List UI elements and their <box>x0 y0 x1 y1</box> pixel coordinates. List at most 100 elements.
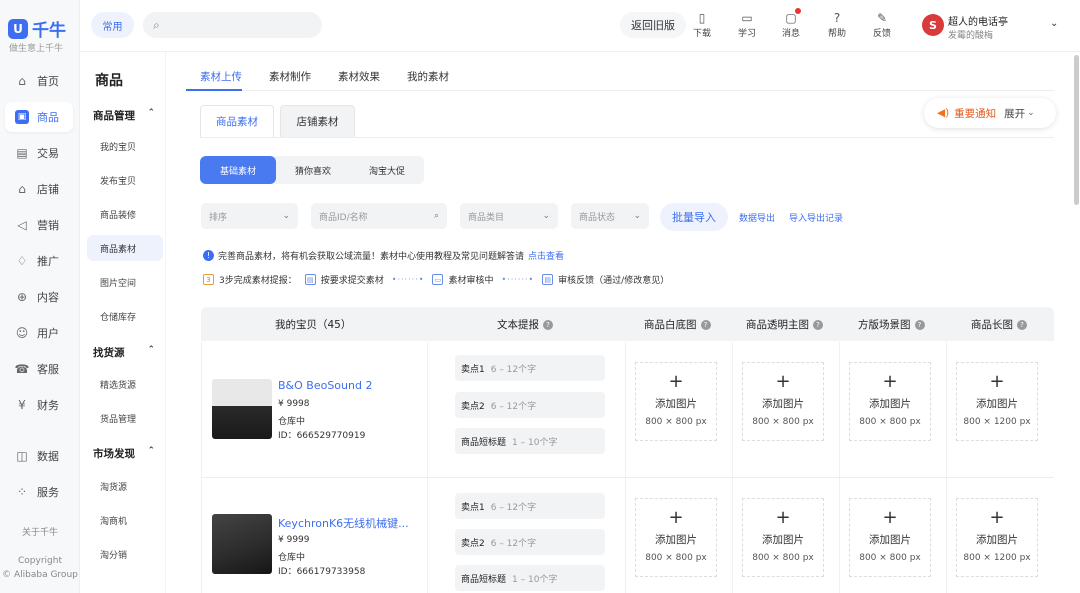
table-header: 我的宝贝（45） 文本提报? 商品白底图? 商品透明主图? 方版场景图? 商品长… <box>201 307 1054 341</box>
rail-item-services[interactable]: ⁘ 服务 <box>5 477 73 507</box>
plus-icon: + <box>775 507 791 528</box>
batch-import-button[interactable]: 批量导入 <box>660 203 728 231</box>
sidebar-item-my-items[interactable]: 我的宝贝 <box>87 133 163 159</box>
top-bar: 常用 ⌕ 返回旧版 ▯ 下载 ▭ 学习 ▢ 消息 ? 帮助 ✎ 反馈 S 超人的电话亭 发… <box>80 0 1080 52</box>
common-button[interactable]: 常用 <box>91 12 134 38</box>
rail-item-goods[interactable]: ▣ 商品 <box>5 102 73 132</box>
review-icon: ▭ <box>432 274 444 285</box>
tab-my-materials[interactable]: 我的素材 <box>407 69 449 84</box>
upload-long-image[interactable]: + 添加图片 800 × 1200 px <box>956 498 1038 577</box>
feedback-button[interactable]: ✎ 反馈 <box>864 10 900 39</box>
chevron-up-icon: ⌃ <box>147 108 155 118</box>
sidebar-item-selected-source[interactable]: 精选货源 <box>87 371 163 397</box>
tab-shop-material[interactable]: 店铺素材 <box>280 105 355 137</box>
brand-logo[interactable]: U 千牛 <box>8 16 66 41</box>
sidebar-item-publish[interactable]: 发布宝贝 <box>87 167 163 193</box>
rail-item-user[interactable]: ☺ 用户 <box>5 318 73 348</box>
user-name: 超人的电话亭 <box>948 17 1008 28</box>
group-goods-manage[interactable]: 商品管理 ⌃ <box>93 108 163 123</box>
product-price: ¥ 9999 <box>278 535 310 545</box>
chevron-down-icon[interactable]: ⌄ <box>1050 18 1058 29</box>
rail-item-home[interactable]: ⌂ 首页 <box>5 66 73 96</box>
learn-button[interactable]: ▭ 学习 <box>729 10 765 39</box>
upload-long-image[interactable]: + 添加图片 800 × 1200 px <box>956 362 1038 441</box>
status-select[interactable]: 商品状态 ⌄ <box>571 203 649 229</box>
upload-square-scene[interactable]: + 添加图片 800 × 800 px <box>849 362 931 441</box>
sidebar-item-materials[interactable]: 商品素材 <box>87 235 163 261</box>
upload-white-bg[interactable]: + 添加图片 800 × 800 px <box>635 498 717 577</box>
about-link[interactable]: 关于千牛 <box>0 525 80 538</box>
view-link[interactable]: 点击查看 <box>528 249 564 262</box>
help-icon: ? <box>833 11 841 25</box>
upload-square-scene[interactable]: + 添加图片 800 × 800 px <box>849 498 931 577</box>
product-name[interactable]: B&O BeoSound 2 <box>278 379 372 392</box>
section-title: 商品 <box>95 73 123 89</box>
short-title-input[interactable]: 商品短标题 1 – 10个字 <box>455 565 605 591</box>
rail-item-promote[interactable]: ♢ 推广 <box>5 246 73 276</box>
segment-basic[interactable]: 基础素材 <box>200 156 276 184</box>
sidebar-item-tao-distribution[interactable]: 淘分销 <box>87 541 163 567</box>
rail-item-shop[interactable]: ⌂ 店铺 <box>5 174 73 204</box>
sidebar-item-image-space[interactable]: 图片空间 <box>87 269 163 295</box>
product-image[interactable] <box>212 379 272 439</box>
data-export-link[interactable]: 数据导出 <box>739 211 775 224</box>
avatar[interactable]: S <box>922 14 944 36</box>
sidebar-item-goods-manage[interactable]: 货品管理 <box>87 405 163 431</box>
important-notice[interactable]: ◀) 重要通知 展开 ⌄ <box>924 98 1056 128</box>
active-tab-indicator <box>186 89 242 91</box>
tab-make[interactable]: 素材制作 <box>269 69 311 84</box>
rail-item-data[interactable]: ◫ 数据 <box>5 441 73 471</box>
selling-point-2-input[interactable]: 卖点2 6 – 12个字 <box>455 392 605 418</box>
selling-point-2-input[interactable]: 卖点2 6 – 12个字 <box>455 529 605 555</box>
message-icon: ▢ <box>773 8 809 26</box>
home-icon: ⌂ <box>18 74 26 88</box>
sidebar-item-storage[interactable]: 仓储库存 <box>87 303 163 329</box>
rail-item-content[interactable]: ⊕ 内容 <box>5 282 73 312</box>
sidebar-item-decorate[interactable]: 商品装修 <box>87 201 163 227</box>
unread-dot <box>795 8 801 14</box>
services-grid-icon: ⁘ <box>16 485 28 499</box>
download-button[interactable]: ▯ 下载 <box>684 10 720 39</box>
rail-item-service[interactable]: ☎ 客服 <box>5 354 73 384</box>
help-icon: ? <box>914 320 925 330</box>
rail-item-finance[interactable]: ¥ 财务 <box>5 390 73 420</box>
sidebar-item-tao-opportunity[interactable]: 淘商机 <box>87 507 163 533</box>
step-connector: •······• <box>391 275 425 284</box>
tab-effect[interactable]: 素材效果 <box>338 69 380 84</box>
tab-upload[interactable]: 素材上传 <box>200 69 242 84</box>
upload-white-bg[interactable]: + 添加图片 800 × 800 px <box>635 362 717 441</box>
plus-icon: + <box>989 507 1005 528</box>
help-icon: ? <box>1017 320 1027 330</box>
rail-item-trade[interactable]: ▤ 交易 <box>5 138 73 168</box>
product-name[interactable]: KeychronK6无线机械键... <box>278 515 409 531</box>
sort-select[interactable]: 排序 ⌄ <box>201 203 298 229</box>
message-button[interactable]: ▢ 消息 <box>773 8 809 39</box>
chevron-down-icon: ⌄ <box>282 211 290 221</box>
selling-point-1-input[interactable]: 卖点1 6 – 12个字 <box>455 355 605 381</box>
old-version-button[interactable]: 返回旧版 <box>620 12 686 38</box>
sidebar-item-tao-source[interactable]: 淘货源 <box>87 473 163 499</box>
segment-guess[interactable]: 猜你喜欢 <box>276 156 350 184</box>
feedback-doc-icon: ▤ <box>542 274 554 285</box>
tab-goods-material[interactable]: 商品素材 <box>200 105 274 137</box>
scrollbar[interactable] <box>1074 55 1079 205</box>
three-steps-icon: 3 <box>203 274 214 285</box>
upload-transparent[interactable]: + 添加图片 800 × 800 px <box>742 362 824 441</box>
product-image[interactable] <box>212 514 272 574</box>
id-search-input[interactable]: 商品ID/名称 ⌕ <box>311 203 447 229</box>
global-search-input[interactable]: ⌕ <box>143 12 322 38</box>
segment-promotion[interactable]: 淘宝大促 <box>350 156 424 184</box>
upload-transparent[interactable]: + 添加图片 800 × 800 px <box>742 498 824 577</box>
category-select[interactable]: 商品类目 ⌄ <box>460 203 558 229</box>
rail-item-marketing[interactable]: ◁ 营销 <box>5 210 73 240</box>
group-sourcing[interactable]: 找货源 ⌃ <box>93 345 163 360</box>
short-title-input[interactable]: 商品短标题 1 – 10个字 <box>455 428 605 454</box>
help-button[interactable]: ? 帮助 <box>819 10 855 39</box>
selling-point-1-input[interactable]: 卖点1 6 – 12个字 <box>455 493 605 519</box>
notice-expand[interactable]: 展开 <box>1004 106 1025 121</box>
table-row: KeychronK6无线机械键... ¥ 9999 仓库中 ID：6661797… <box>201 478 1054 593</box>
download-icon: ▯ <box>698 11 706 25</box>
plus-icon: + <box>668 371 684 392</box>
group-market[interactable]: 市场发现 ⌃ <box>93 446 163 461</box>
import-export-record-link[interactable]: 导入导出记录 <box>789 211 843 224</box>
